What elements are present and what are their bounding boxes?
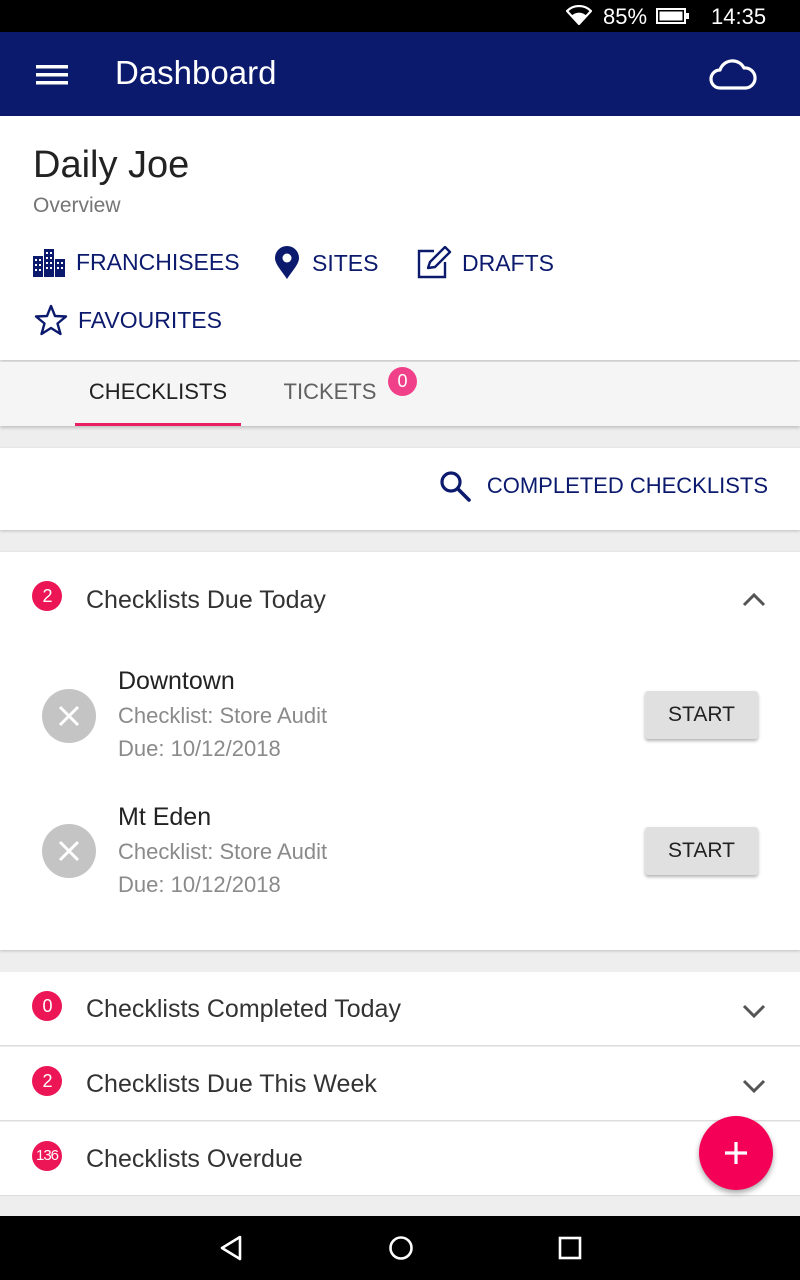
location-pin-icon (275, 246, 299, 279)
search-icon (440, 471, 471, 502)
add-fab-button[interactable] (699, 1116, 773, 1190)
completed-checklists-button[interactable]: COMPLETED CHECKLISTS (439, 470, 768, 502)
favourites-link[interactable]: FAVOURITES (34, 304, 222, 336)
page-title: Dashboard (115, 54, 277, 91)
checklist-name: Checklist: Store Audit (118, 703, 328, 728)
battery-icon (656, 8, 689, 24)
overview-card: Daily Joe Overview FRANCHISEES SITES DRA… (0, 116, 800, 360)
sites-label: SITES (312, 249, 379, 276)
completed-today-title: Checklists Completed Today (86, 995, 401, 1023)
franchisees-label: FRANCHISEES (76, 248, 240, 275)
start-button[interactable]: START (645, 691, 758, 739)
completed-today-panel[interactable]: 0 Checklists Completed Today (0, 972, 800, 1046)
drafts-link[interactable]: DRAFTS (416, 246, 554, 280)
franchisees-link[interactable]: FRANCHISEES (32, 246, 240, 278)
overdue-count-badge: 136 (32, 1141, 62, 1171)
wifi-icon (566, 5, 592, 25)
due-today-count-badge: 2 (32, 581, 62, 611)
due-today-panel: 2 Checklists Due Today Downtown Checklis… (0, 552, 800, 950)
completed-checklists-card: COMPLETED CHECKLISTS (0, 448, 800, 530)
status-bar: 85% 14:35 (0, 0, 800, 32)
chevron-up-icon[interactable] (741, 592, 767, 608)
favourites-label: FAVOURITES (78, 306, 222, 333)
app-bar: Dashboard (0, 32, 800, 116)
due-this-week-title: Checklists Due This Week (86, 1070, 377, 1098)
star-icon (34, 304, 68, 336)
checklist-name: Checklist: Store Audit (118, 839, 328, 864)
due-this-week-count-badge: 2 (32, 1066, 62, 1096)
due-date: Due: 10/12/2018 (118, 872, 281, 897)
tickets-count-badge: 0 (388, 367, 417, 396)
sites-link[interactable]: SITES (272, 246, 378, 280)
close-icon (58, 840, 80, 862)
edit-icon (417, 246, 452, 279)
system-navigation-bar (0, 1216, 800, 1280)
site-name: Downtown (118, 667, 235, 695)
plus-icon (725, 1142, 747, 1164)
close-icon (58, 705, 80, 727)
clock: 14:35 (711, 4, 767, 29)
user-name: Daily Joe (33, 144, 190, 186)
chevron-down-icon[interactable] (741, 1003, 767, 1019)
tab-tickets[interactable]: TICKETS (280, 362, 380, 426)
home-icon[interactable] (387, 1234, 415, 1262)
back-icon[interactable] (218, 1234, 244, 1262)
chevron-down-icon[interactable] (741, 1078, 767, 1094)
status-avatar (42, 824, 96, 878)
due-date: Due: 10/12/2018 (118, 736, 281, 761)
completed-today-count-badge: 0 (32, 991, 62, 1021)
overdue-title: Checklists Overdue (86, 1145, 303, 1173)
overdue-panel[interactable]: 136 Checklists Overdue (0, 1122, 800, 1196)
site-name: Mt Eden (118, 803, 212, 831)
drafts-label: DRAFTS (462, 249, 554, 276)
battery-percentage: 85% (603, 4, 648, 29)
overview-subtitle: Overview (33, 194, 121, 217)
status-avatar (42, 689, 96, 743)
start-button[interactable]: START (645, 827, 758, 875)
due-this-week-panel[interactable]: 2 Checklists Due This Week (0, 1047, 800, 1121)
completed-checklists-label: COMPLETED CHECKLISTS (486, 473, 768, 498)
buildings-icon (33, 249, 65, 277)
hamburger-menu-icon[interactable] (32, 59, 72, 91)
cloud-icon[interactable] (706, 58, 758, 94)
tab-checklists[interactable]: CHECKLISTS (75, 362, 241, 426)
recents-icon[interactable] (557, 1234, 583, 1262)
due-today-title[interactable]: Checklists Due Today (86, 586, 326, 615)
